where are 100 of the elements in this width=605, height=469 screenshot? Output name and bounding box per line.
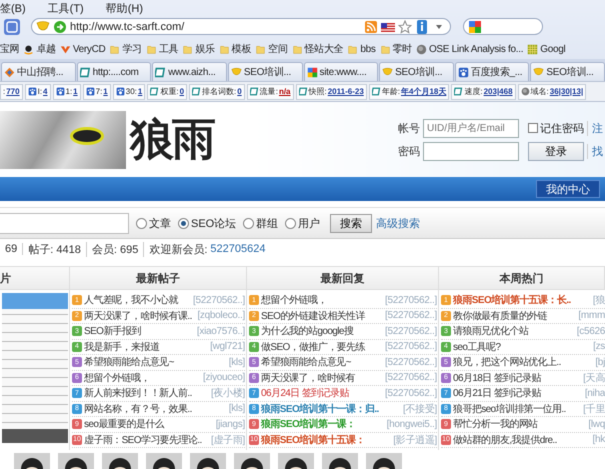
search-button[interactable]: 搜索 <box>330 214 372 232</box>
account-field[interactable]: UID/用户名/Email <box>423 118 519 138</box>
bookmark[interactable]: VeryCD <box>60 44 106 54</box>
topic-link[interactable]: 06月18日 签到记录贴 <box>453 370 541 385</box>
column-header: 本周热门 <box>439 267 605 290</box>
bookmark[interactable]: 空间 <box>255 42 288 56</box>
bookmark[interactable]: 卓越 <box>23 42 56 56</box>
avatar-silhouette-icon[interactable] <box>234 453 270 469</box>
topic-link[interactable]: seo工具呢? <box>453 340 500 354</box>
my-center-button[interactable]: 我的中心 <box>536 180 600 198</box>
bookmark[interactable]: OSE Link Analysis fo... <box>416 44 524 54</box>
topic-link[interactable]: 狼雨SEO培训第十五课： <box>261 432 365 447</box>
topic-link[interactable]: 两天没课了，啥时候有课.. <box>84 308 192 323</box>
password-field[interactable] <box>423 142 519 160</box>
scope-radio[interactable]: 群组 <box>243 216 278 230</box>
topic-link[interactable]: 虚子雨：SEO学习要先理论.. <box>84 432 202 447</box>
page-icon <box>192 87 202 96</box>
topic-link[interactable]: 狼兄，把这个网站优化上.. <box>453 355 561 370</box>
bookmark[interactable]: 怪站大全 <box>292 42 344 56</box>
avatar-silhouette-icon[interactable] <box>322 453 358 469</box>
shield-icon <box>36 20 50 34</box>
paw-icon <box>116 87 125 96</box>
topic-link[interactable]: 做SEO，做推广，要先练 <box>261 340 365 354</box>
topic-link[interactable]: 希望狼雨能给点意见~ <box>84 355 174 370</box>
browser-tab[interactable]: SEO培训... <box>379 62 454 81</box>
address-field[interactable]: http://www.tc-sarft.com/ <box>31 18 451 35</box>
paw-icon <box>458 66 469 78</box>
topic-link[interactable]: 人气差呢，我不小心就 <box>84 293 178 308</box>
browser-tab[interactable]: http:....com <box>76 62 152 81</box>
shield-icon <box>382 66 394 78</box>
topic-link[interactable]: SEO的外链建设相关性详 <box>261 308 365 323</box>
column-header: 最新帖子 <box>70 267 247 290</box>
bookmark[interactable]: Googl <box>527 44 566 54</box>
topic-link[interactable]: 狼雨SEO培训第十一课：归.. <box>261 402 379 416</box>
avatar-silhouette-icon[interactable] <box>278 453 314 469</box>
topic-link[interactable]: 做站群的朋友,我提供dre.. <box>453 432 557 447</box>
topic-link[interactable]: 新人前来报到！！新人前.. <box>84 386 192 400</box>
avatar-silhouette-icon[interactable] <box>146 453 182 469</box>
topic-link[interactable]: SEO新手报到 <box>84 324 141 338</box>
toolbar-stat: 30:1 <box>112 84 146 100</box>
topic-link[interactable]: 为什么我的站google搜 <box>261 324 354 338</box>
scope-radio[interactable]: 文章 <box>136 216 171 230</box>
topic-link[interactable]: 狼哥把seo培训排第一位用.. <box>453 402 566 416</box>
menu-item[interactable]: 工具(T) <box>48 0 84 16</box>
menu-item[interactable]: 签(B) <box>0 0 26 16</box>
topic-link[interactable]: 希望狼雨能给点意见~ <box>261 355 351 370</box>
letter-circle-icon <box>23 44 34 54</box>
browser-tab[interactable]: 百度搜索_... <box>454 62 530 81</box>
page-icon <box>454 87 464 96</box>
bookmark[interactable]: 学习 <box>109 42 142 56</box>
browser-tab[interactable]: 中山招聘... <box>1 62 76 81</box>
globe-icon <box>416 44 427 54</box>
avatar-silhouette-icon[interactable] <box>58 453 94 469</box>
bookmark[interactable]: bbs <box>347 44 376 54</box>
menu-item[interactable]: 帮助(H) <box>106 0 143 16</box>
toolbar-stat: :770 <box>0 84 23 100</box>
scope-radio[interactable]: SEO论坛 <box>178 216 236 230</box>
topic-link[interactable]: 帮忙分析一我的网站 <box>453 417 538 432</box>
advanced-search-link[interactable]: 高级搜索 <box>376 216 420 230</box>
browser-tab[interactable]: www.aizh... <box>152 62 227 81</box>
topic-link[interactable]: 狼雨SEO培训第十五课：长.. <box>453 293 571 308</box>
search-field[interactable] <box>463 18 543 35</box>
topic-link[interactable]: seo最重要的是什么 <box>84 417 164 432</box>
new-member-label: 欢迎新会员: <box>148 242 208 256</box>
avatar-silhouette-icon[interactable] <box>190 453 226 469</box>
bookmark[interactable]: 娱乐 <box>182 42 215 56</box>
topic-link[interactable]: 想留个外链哦， <box>84 370 150 385</box>
browser-tab[interactable]: SEO培训... <box>228 62 302 81</box>
page-icon <box>372 87 381 96</box>
topic-link[interactable]: 06月21日 签到记录贴 <box>453 386 541 400</box>
bookmark[interactable]: 工具 <box>146 42 178 56</box>
toolbar-stat: 流量:n/a <box>246 84 294 100</box>
search-field[interactable] <box>0 212 129 234</box>
browser-tab[interactable]: site:www.... <box>304 62 378 81</box>
topic-link[interactable]: 教你做最有质量的外链 <box>453 308 548 323</box>
member-link[interactable]: 522705624 <box>210 243 266 255</box>
topic-link[interactable]: 网站名称，有？号，效果.. <box>84 402 192 416</box>
toolbar-stat: 1:1 <box>52 84 81 100</box>
toolbar-stat: 域名:36|30|13| <box>518 84 586 100</box>
page-icon <box>150 87 160 96</box>
topic-link[interactable]: 06月24日 签到记录贴 <box>261 386 349 400</box>
avatar-silhouette-icon[interactable] <box>366 453 402 469</box>
avatar-silhouette-icon[interactable] <box>102 453 138 469</box>
bookmark[interactable]: 模板 <box>218 42 252 56</box>
recover-link[interactable]: 找 <box>587 144 601 158</box>
register-link[interactable]: 注 <box>587 120 601 136</box>
remember-checkbox[interactable]: 记住密码 <box>528 120 584 136</box>
login-button[interactable]: 登录 <box>528 142 584 160</box>
bookmark[interactable]: 零时 <box>380 42 412 56</box>
topic-link[interactable]: 想留个外链哦， <box>261 293 327 308</box>
browser-tab[interactable]: SEO培训... <box>530 62 605 81</box>
toolbar-stat: 快照:2011-6-23 <box>296 84 367 100</box>
avatar-silhouette-icon[interactable] <box>14 453 50 469</box>
bookmark[interactable]: 宝网 <box>0 42 20 56</box>
topic-link[interactable]: 请狼雨兄优化个站 <box>453 324 528 338</box>
topic-link[interactable]: 我是新手，来报道 <box>84 340 160 354</box>
topic-link[interactable]: 狼雨SEO培训第一课： <box>261 417 356 432</box>
folder-icon <box>218 44 230 54</box>
scope-radio[interactable]: 用户 <box>285 216 320 230</box>
topic-link[interactable]: 两天没课了，啥时候有 <box>261 370 356 385</box>
